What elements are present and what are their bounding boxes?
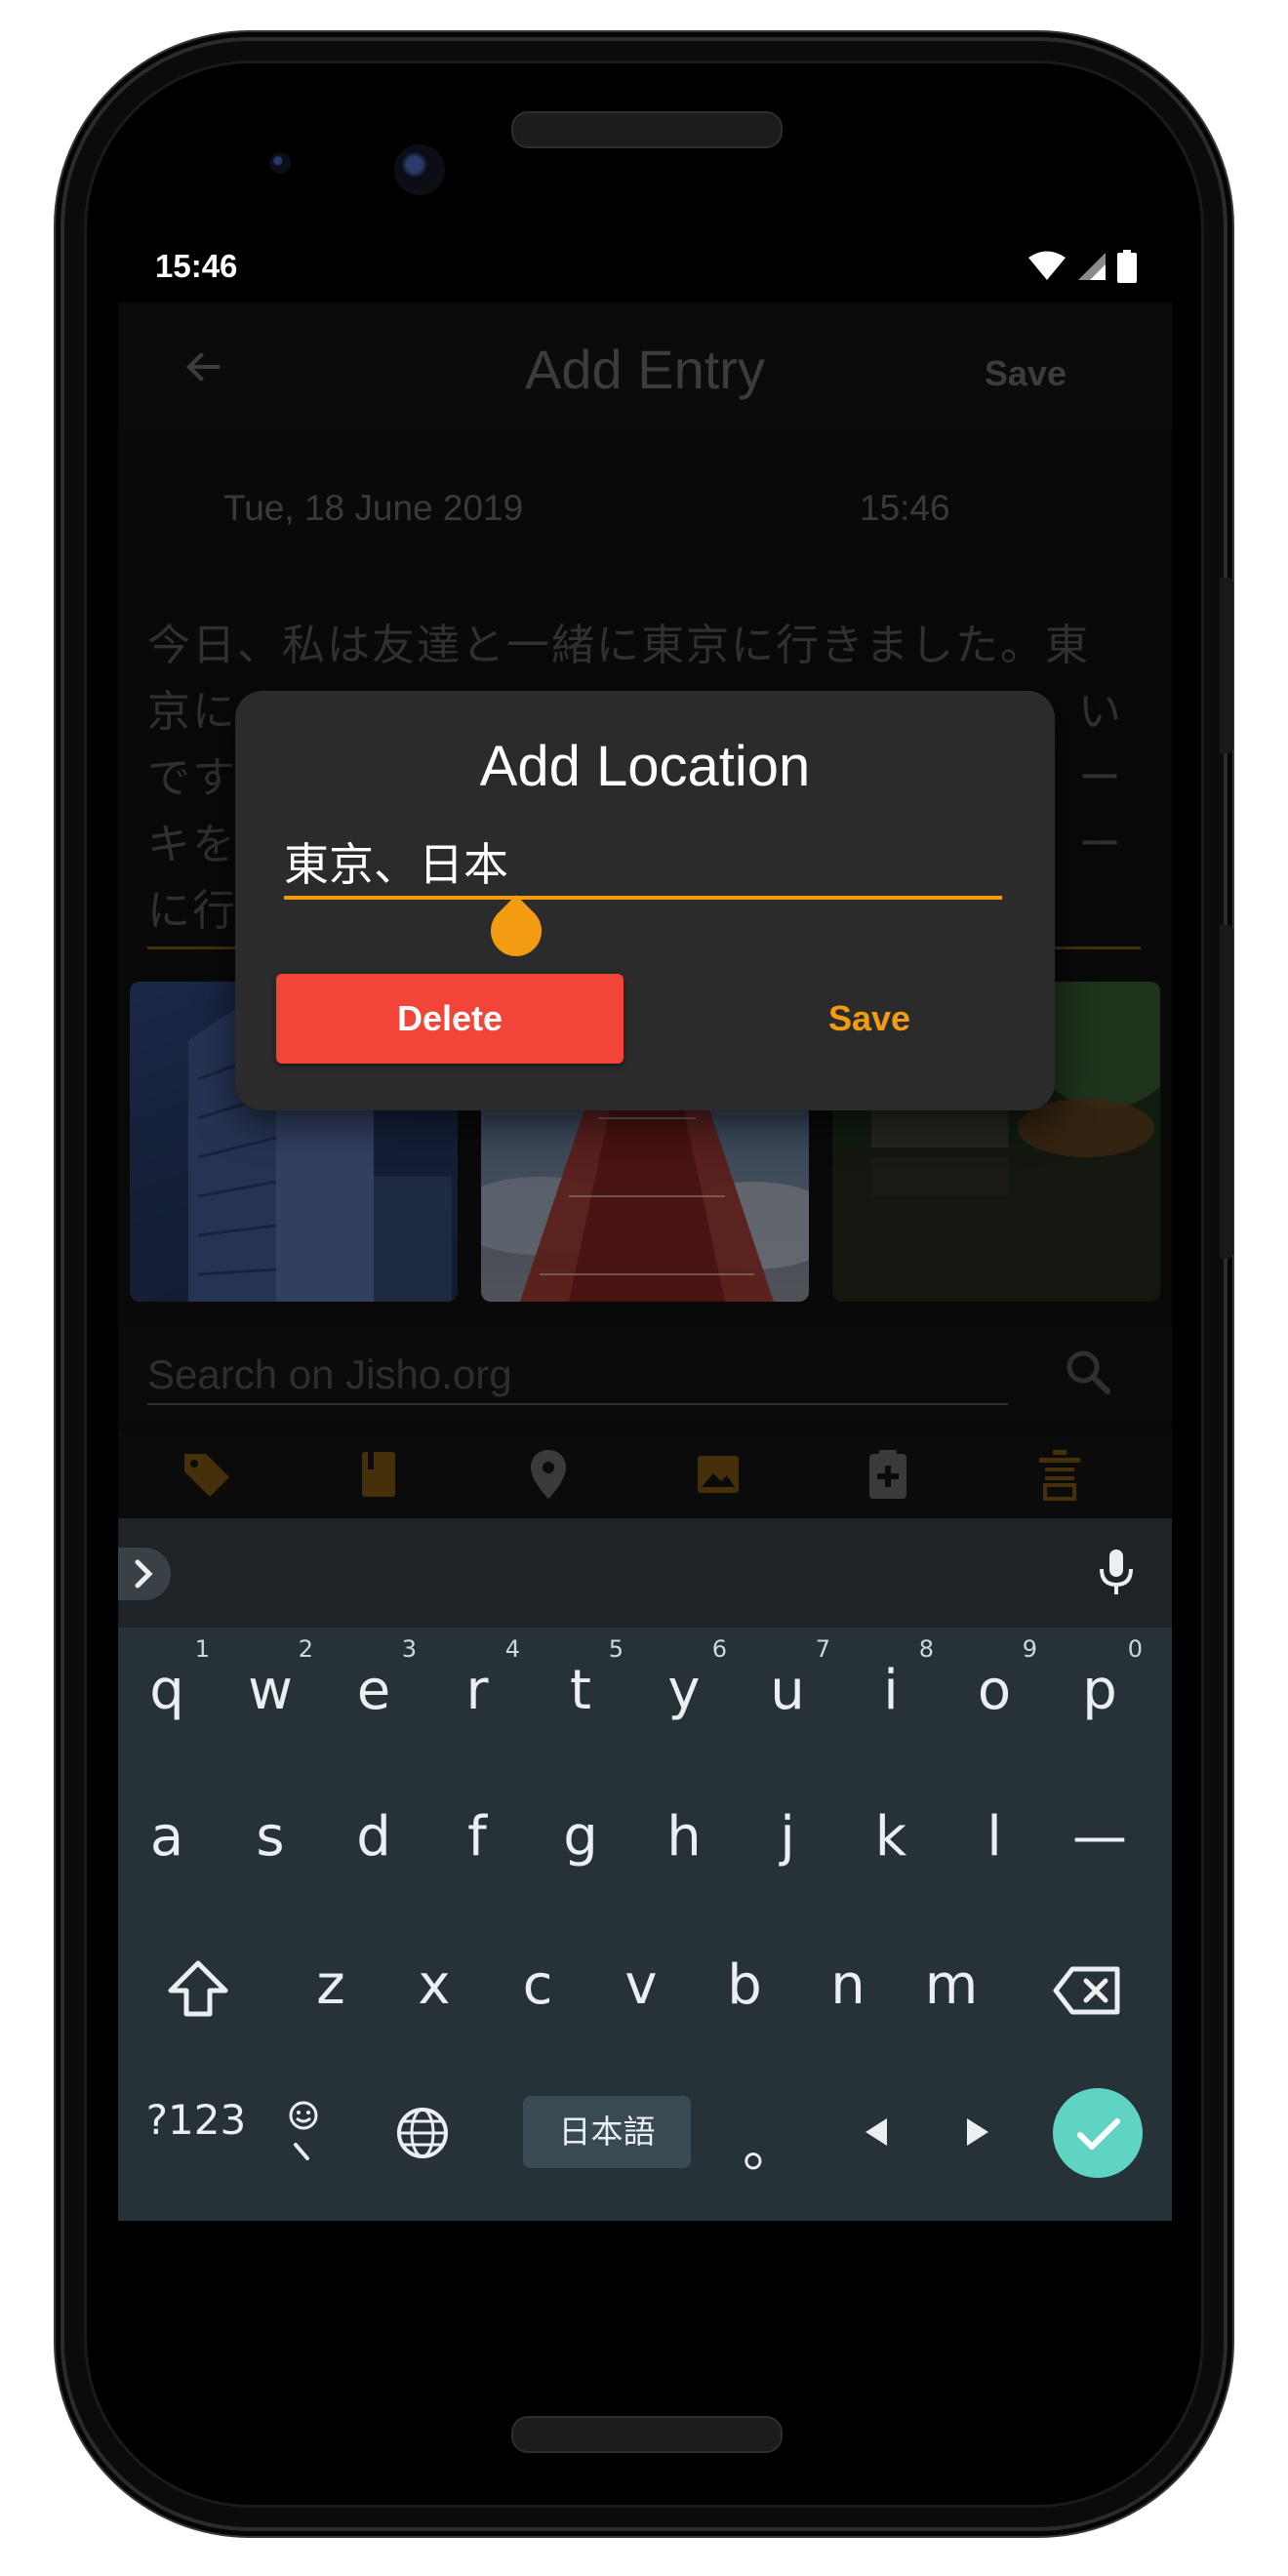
power-button: [1220, 578, 1233, 753]
signal-icon: [1078, 253, 1106, 280]
globe-icon[interactable]: [395, 2106, 450, 2160]
screen: 15:46 Add Entry Save Tue, 18 June 2019 1…: [118, 234, 1172, 2221]
key-a[interactable]: a: [118, 1805, 216, 1869]
key-c[interactable]: c: [489, 1953, 586, 2017]
keyboard-suggestion-strip: [118, 1518, 1172, 1628]
key-b[interactable]: b: [696, 1953, 793, 2017]
key-e[interactable]: e3: [325, 1635, 423, 1722]
keyboard-expand-button[interactable]: [118, 1548, 171, 1600]
battery-icon: [1117, 250, 1137, 283]
key-o[interactable]: o9: [946, 1635, 1043, 1722]
key-r[interactable]: r4: [428, 1635, 526, 1722]
key-f[interactable]: f: [428, 1805, 526, 1869]
status-icons: [1027, 248, 1137, 285]
key-x[interactable]: x: [385, 1953, 483, 2017]
key-u[interactable]: u7: [739, 1635, 836, 1722]
language-key[interactable]: 日本語: [523, 2096, 691, 2168]
key-period[interactable]: 。: [721, 2104, 819, 2183]
key-dash[interactable]: —: [1051, 1805, 1148, 1869]
dialog-save-button[interactable]: Save: [723, 974, 1016, 1064]
key-s[interactable]: s: [221, 1805, 319, 1869]
key-w[interactable]: w2: [221, 1635, 319, 1722]
wifi-icon: [1028, 251, 1066, 280]
earpiece-speaker: [511, 111, 783, 148]
status-time: 15:46: [155, 248, 238, 284]
cursor-left-icon[interactable]: [862, 2115, 891, 2149]
front-camera: [394, 144, 445, 195]
volume-button: [1220, 925, 1233, 1259]
key-z[interactable]: z: [282, 1953, 380, 2017]
done-key[interactable]: [1053, 2088, 1143, 2178]
key-g[interactable]: g: [532, 1805, 629, 1869]
key-j[interactable]: j: [739, 1805, 836, 1869]
backspace-icon[interactable]: [1053, 1965, 1121, 2016]
key-h[interactable]: h: [635, 1805, 733, 1869]
front-sensor: [269, 152, 291, 174]
bottom-speaker: [511, 2416, 783, 2453]
key-l[interactable]: l: [946, 1805, 1043, 1869]
status-bar: 15:46: [118, 234, 1172, 302]
delete-button[interactable]: Delete: [276, 974, 624, 1064]
key-v[interactable]: v: [592, 1953, 690, 2017]
key-y[interactable]: y6: [635, 1635, 733, 1722]
key-t[interactable]: t5: [532, 1635, 629, 1722]
chevron-right-icon: [135, 1559, 153, 1589]
keyboard: q1 w2 e3 r4 t5 y6 u7 i8 o9 p0 a s d f g …: [118, 1628, 1172, 2221]
key-p[interactable]: p0: [1051, 1635, 1148, 1722]
dialog-title: Add Location: [479, 735, 811, 798]
key-n[interactable]: n: [799, 1953, 897, 2017]
add-location-dialog: Add Location Delete Save: [235, 691, 1055, 1110]
key-m[interactable]: m: [903, 1953, 1000, 2017]
location-input[interactable]: [284, 827, 1002, 900]
microphone-icon[interactable]: [1090, 1546, 1143, 1598]
cursor-right-icon[interactable]: [963, 2115, 992, 2149]
text-caret-handle[interactable]: [480, 895, 552, 967]
check-icon: [1077, 2118, 1120, 2150]
key-d[interactable]: d: [325, 1805, 423, 1869]
key-i[interactable]: i8: [842, 1635, 940, 1722]
key-q[interactable]: q1: [118, 1635, 216, 1722]
symbols-key[interactable]: ?123: [138, 2096, 255, 2144]
key-k[interactable]: k: [842, 1805, 940, 1869]
emoji-comma-icon[interactable]: [282, 2100, 325, 2170]
shift-icon[interactable]: [167, 1959, 229, 2018]
